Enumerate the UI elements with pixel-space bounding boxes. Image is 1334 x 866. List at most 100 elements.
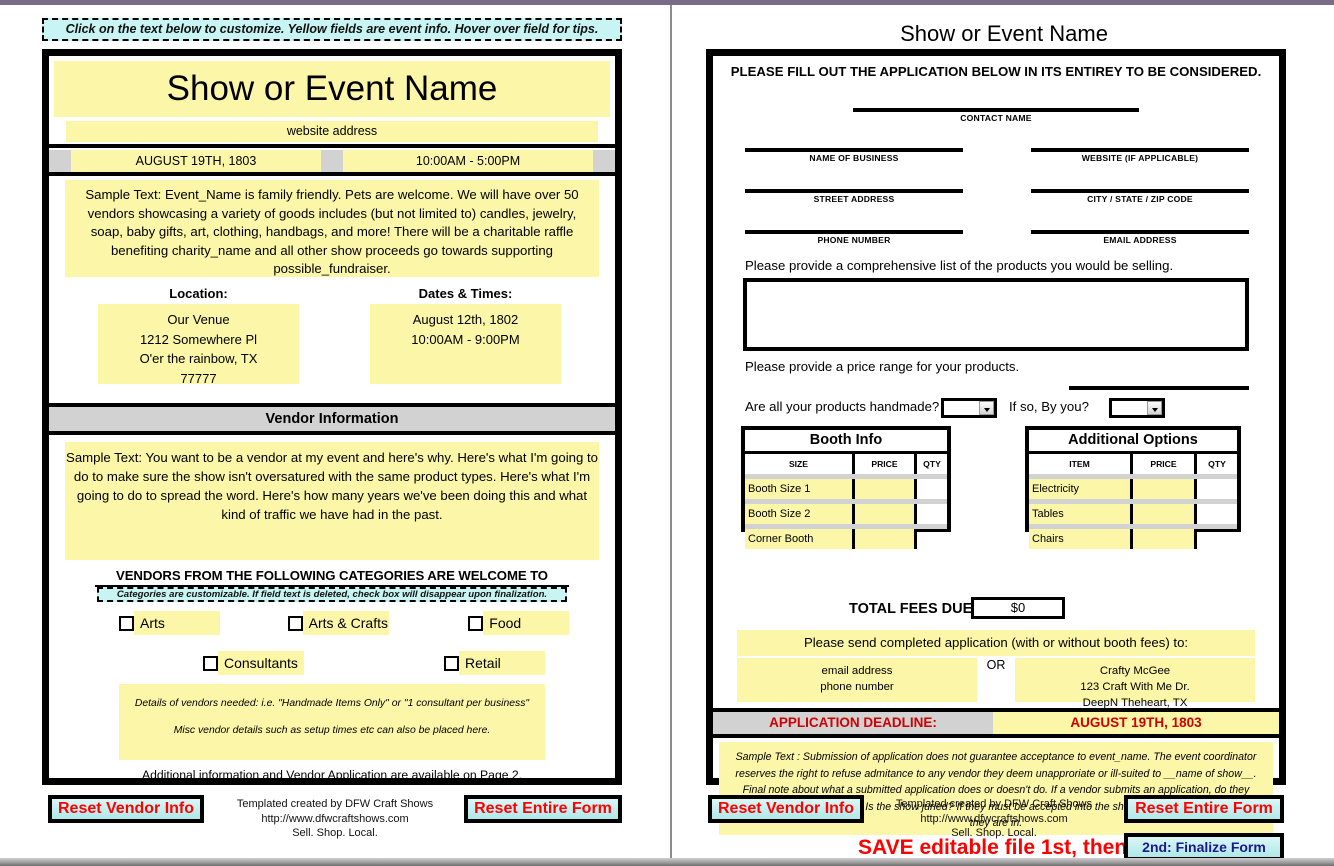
send-addr-line-1: Crafty McGee (1099, 665, 1171, 677)
category-label-consultants[interactable]: Consultants (218, 651, 304, 675)
reset-entire-form-button-page2[interactable]: Reset Entire Form (1124, 795, 1284, 823)
options-row-1-item[interactable]: Electricity (1029, 479, 1133, 499)
credit-line-2: http://www.dfwcraftshows.com (261, 812, 409, 825)
price-range-prompt: Please provide a price range for your pr… (745, 359, 1020, 374)
booth-row-1-qty[interactable] (917, 479, 947, 499)
byyou-dropdown[interactable] (1109, 398, 1165, 418)
category-row-1: Arts Arts & Crafts Food (61, 608, 603, 638)
category-checkbox-arts[interactable] (119, 615, 134, 631)
vendor-details-field[interactable]: Details of vendors needed: i.e. "Handmad… (119, 684, 545, 760)
location-column: Location: Our Venue 1212 Somewhere Pl O'… (65, 284, 332, 389)
category-checkbox-arts-crafts[interactable] (287, 615, 303, 631)
website-label: WEBSITE (IF APPLICABLE) (1081, 153, 1199, 163)
location-value-field[interactable]: Our Venue 1212 Somewhere Pl O'er the rai… (98, 304, 299, 386)
table-row: Chairs (1029, 529, 1237, 549)
credit-line-3: Sell. Shop. Local. (292, 827, 378, 839)
category-row-2: Consultants Retail (61, 648, 603, 678)
dates-label: Dates & Times: (418, 286, 513, 301)
booth-header-size: SIZE (745, 454, 855, 474)
phone-number-input[interactable] (745, 230, 963, 234)
name-of-business-input[interactable] (745, 148, 963, 152)
total-fees-label: TOTAL FEES DUE: (849, 601, 978, 617)
booth-row-1-size[interactable]: Booth Size 1 (745, 479, 855, 499)
booth-info-header-row: SIZE PRICE QTY (745, 454, 947, 474)
event-description-field[interactable]: Sample Text: Event_Name is family friend… (65, 180, 599, 277)
finalize-form-button[interactable]: 2nd: Finalize Form (1124, 833, 1284, 861)
email-address-input[interactable] (1031, 230, 1249, 234)
booth-row-2-size[interactable]: Booth Size 2 (745, 504, 855, 524)
category-label-arts-crafts[interactable]: Arts & Crafts (302, 611, 389, 635)
category-label-food[interactable]: Food (483, 611, 570, 635)
options-header-item: ITEM (1029, 454, 1133, 474)
handmade-dropdown[interactable] (941, 398, 997, 418)
options-row-2-qty[interactable] (1197, 504, 1237, 524)
table-row: Booth Size 1 (745, 479, 947, 499)
vendor-details-line-2: Misc vendor details such as setup times … (173, 725, 491, 736)
booth-row-3-qty[interactable] (917, 529, 947, 549)
street-address-input[interactable] (745, 189, 963, 193)
page-2-application: Show or Event Name PLEASE FILL OUT THE A… (674, 5, 1334, 861)
options-header-row: ITEM PRICE QTY (1029, 454, 1237, 474)
products-prompt: Please provide a comprehensive list of t… (745, 258, 1174, 273)
send-application-text[interactable]: Please send completed application (with … (737, 630, 1255, 656)
booth-info-title: Booth Info (745, 430, 947, 454)
footer-credit-right: Templated created by DFW Craft Shows htt… (874, 797, 1114, 841)
category-checkbox-consultants[interactable] (203, 655, 218, 671)
event-date-field[interactable]: AUGUST 19TH, 1803 (71, 150, 321, 172)
booth-row-3-price[interactable] (855, 529, 917, 549)
city-state-zip-input[interactable] (1031, 189, 1249, 193)
booth-header-price: PRICE (855, 454, 917, 474)
products-list-input[interactable] (743, 278, 1249, 351)
total-fees-value: $0 (971, 597, 1065, 619)
booth-row-2-price[interactable] (855, 504, 917, 524)
reset-vendor-info-button-page2[interactable]: Reset Vendor Info (708, 795, 864, 823)
event-title-text: Show or Event Name (166, 69, 498, 108)
date-time-band: AUGUST 19TH, 1803 10:00AM - 5:00PM (49, 150, 615, 172)
category-label-retail[interactable]: Retail (459, 651, 545, 675)
event-time-field[interactable]: 10:00AM - 5:00PM (343, 150, 593, 172)
options-header-price: PRICE (1133, 454, 1197, 474)
table-row: Booth Size 2 (745, 504, 947, 524)
booth-row-1-price[interactable] (855, 479, 917, 499)
flyer-frame: Show or Event Name website address AUGUS… (42, 49, 622, 785)
table-row: Tables (1029, 504, 1237, 524)
application-deadline-band: APPLICATION DEADLINE: AUGUST 19TH, 1803 (713, 708, 1279, 738)
categories-tip-banner: Categories are customizable. If field te… (97, 587, 567, 602)
booth-row-3-size[interactable]: Corner Booth (745, 529, 855, 549)
options-row-3-qty[interactable] (1197, 529, 1237, 549)
application-deadline-value[interactable]: AUGUST 19TH, 1803 (993, 712, 1279, 734)
reset-vendor-info-button[interactable]: Reset Vendor Info (48, 795, 204, 823)
options-row-2-price[interactable] (1133, 504, 1197, 524)
category-label-arts[interactable]: Arts (134, 611, 220, 635)
send-or-separator: OR (986, 658, 1006, 672)
reset-entire-form-button[interactable]: Reset Entire Form (464, 795, 622, 823)
vendor-information-field[interactable]: Sample Text: You want to be a vendor at … (65, 442, 599, 560)
options-row-1-qty[interactable] (1197, 479, 1237, 499)
options-row-3-price[interactable] (1133, 529, 1197, 549)
options-row-3-item[interactable]: Chairs (1029, 529, 1133, 549)
chevron-down-icon (1147, 401, 1162, 415)
options-row-1-price[interactable] (1133, 479, 1197, 499)
booth-header-qty: QTY (923, 459, 941, 469)
application-frame: PLEASE FILL OUT THE APPLICATION BELOW IN… (706, 49, 1286, 835)
chevron-down-icon (979, 401, 994, 415)
website-input[interactable] (1031, 148, 1249, 152)
street-address-label: STREET ADDRESS (813, 194, 895, 204)
send-email-line-1: email address (821, 665, 893, 677)
website-field[interactable]: website address (66, 121, 598, 142)
event-title-field[interactable]: Show or Event Name (54, 61, 610, 117)
send-email-line-2: phone number (820, 681, 894, 693)
booth-row-2-qty[interactable] (917, 504, 947, 524)
category-checkbox-food[interactable] (468, 615, 484, 631)
options-row-2-item[interactable]: Tables (1029, 504, 1133, 524)
application-instruction-header: PLEASE FILL OUT THE APPLICATION BELOW IN… (730, 64, 1262, 79)
price-range-input[interactable] (1069, 386, 1249, 390)
categories-header: VENDORS FROM THE FOLLOWING CATEGORIES AR… (95, 568, 569, 598)
dates-value-field[interactable]: August 12th, 1802 10:00AM - 9:00PM (370, 304, 561, 384)
send-mailing-address-field[interactable]: Crafty McGee 123 Craft With Me Dr. DeepN… (1015, 658, 1255, 709)
category-checkbox-retail[interactable] (444, 655, 459, 671)
credit-line-1: Templated created by DFW Craft Shows (236, 798, 434, 810)
send-email-field[interactable]: email address phone number (737, 658, 977, 702)
contact-name-input[interactable] (853, 108, 1139, 112)
additional-options-title: Additional Options (1029, 430, 1237, 454)
